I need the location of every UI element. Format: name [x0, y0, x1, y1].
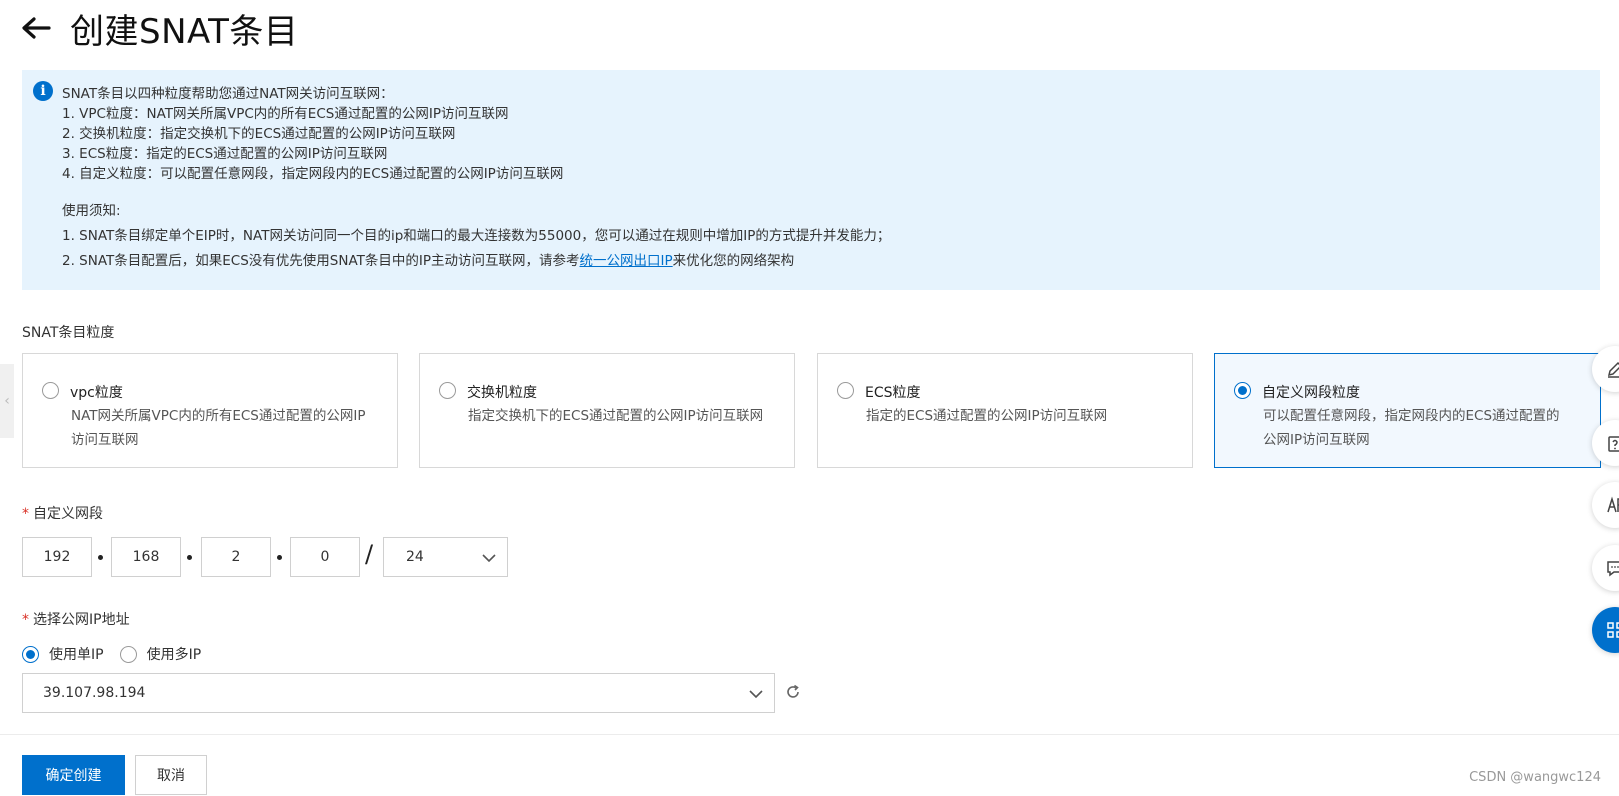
- chevron-down-icon: [482, 554, 496, 563]
- footer-divider: [0, 734, 1619, 735]
- radio-button[interactable]: [439, 382, 456, 399]
- chevron-left-icon: ‹: [4, 393, 10, 409]
- collapse-tab[interactable]: ‹: [0, 364, 14, 438]
- selected-ip-value: 39.107.98.194: [43, 685, 146, 701]
- notice-item: 3. ECS粒度：指定的ECS通过配置的公网IP访问互联网: [62, 146, 388, 162]
- refresh-icon[interactable]: [784, 683, 802, 701]
- multi-ip-radio[interactable]: 使用多IP: [119, 644, 202, 664]
- feedback-float-button[interactable]: [1592, 545, 1619, 591]
- page-header: 创建SNAT条目: [20, 4, 298, 52]
- dot-separator: [187, 555, 192, 560]
- public-ip-select[interactable]: 39.107.98.194: [22, 673, 775, 713]
- usage-note-2-prefix: 2. SNAT条目配置后，如果ECS没有优先使用SNAT条目中的IP主动访问互联…: [62, 253, 580, 269]
- notice-item: 2. 交换机粒度：指定交换机下的ECS通过配置的公网IP访问互联网: [62, 126, 456, 142]
- clipboard-question-icon: [1608, 436, 1619, 452]
- mask-value: 24: [406, 549, 424, 565]
- chevron-down-icon: [749, 690, 763, 699]
- radio-button[interactable]: [42, 382, 59, 399]
- edit-icon: [1607, 361, 1619, 378]
- public-ip-label-text: 选择公网IP地址: [33, 612, 130, 628]
- public-ip-label: * 选择公网IP地址: [22, 609, 130, 629]
- cidr-label-text: 自定义网段: [33, 506, 103, 522]
- watermark: CSDN @wangwc124: [1469, 770, 1601, 785]
- radio-label: 使用单IP: [49, 647, 104, 663]
- option-description: 可以配置任意网段，指定网段内的ECS通过配置的公网IP访问互联网: [1263, 408, 1560, 448]
- cidr-octet-4-input[interactable]: 0: [290, 537, 360, 577]
- granularity-option-ecs[interactable]: ECS粒度 指定的ECS通过配置的公网IP访问互联网: [817, 353, 1193, 468]
- font-icon: [1607, 496, 1619, 513]
- radio-button[interactable]: [837, 382, 854, 399]
- option-description: 指定的ECS通过配置的公网IP访问互联网: [866, 408, 1108, 424]
- option-title: ECS粒度: [865, 385, 921, 401]
- mask-separator: /: [365, 540, 374, 568]
- cancel-button[interactable]: 取消: [135, 755, 207, 795]
- cidr-octet-3-input[interactable]: 2: [201, 537, 271, 577]
- usage-note-1: 1. SNAT条目绑定单个EIP时，NAT网关访问同一个目的ip和端口的最大连接…: [62, 228, 891, 244]
- radio-button-selected[interactable]: [1234, 382, 1251, 399]
- radio-label: 使用多IP: [146, 647, 202, 663]
- confirm-create-button[interactable]: 确定创建: [22, 755, 125, 795]
- back-arrow-icon[interactable]: [20, 12, 52, 44]
- mask-length-select[interactable]: 24: [383, 537, 508, 577]
- dot-separator: [277, 555, 282, 560]
- cidr-label: * 自定义网段: [22, 503, 103, 523]
- required-asterisk: *: [22, 612, 29, 628]
- option-description: 指定交换机下的ECS通过配置的公网IP访问互联网: [468, 408, 764, 424]
- ip-mode-radio-group: 使用单IP 使用多IP: [22, 644, 217, 664]
- radio-button-selected[interactable]: [22, 645, 39, 663]
- notice-item: 1. VPC粒度：NAT网关所属VPC内的所有ECS通过配置的公网IP访问互联网: [62, 106, 509, 122]
- apps-icon: [1607, 622, 1619, 638]
- feedback-icon: [1607, 561, 1619, 577]
- usage-note-2: 2. SNAT条目配置后，如果ECS没有优先使用SNAT条目中的IP主动访问互联…: [62, 249, 794, 269]
- cidr-octet-1-input[interactable]: 192: [22, 537, 92, 577]
- page-title: 创建SNAT条目: [70, 11, 299, 52]
- usage-note-2-suffix: 来优化您的网络架构: [672, 253, 795, 269]
- cidr-octet-2-input[interactable]: 168: [111, 537, 181, 577]
- radio-button[interactable]: [119, 645, 137, 663]
- granularity-option-custom-cidr[interactable]: 自定义网段粒度 可以配置任意网段，指定网段内的ECS通过配置的公网IP访问互联网: [1214, 353, 1601, 468]
- option-title: 交换机粒度: [467, 385, 537, 401]
- single-ip-radio[interactable]: 使用单IP: [22, 644, 104, 664]
- unified-egress-ip-link[interactable]: 统一公网出口IP: [580, 253, 673, 269]
- option-description: NAT网关所属VPC内的所有ECS通过配置的公网IP访问互联网: [71, 408, 366, 448]
- apps-float-button[interactable]: [1592, 607, 1619, 653]
- granularity-option-vswitch[interactable]: 交换机粒度 指定交换机下的ECS通过配置的公网IP访问互联网: [419, 353, 795, 468]
- option-title: 自定义网段粒度: [1262, 385, 1360, 401]
- font-float-button[interactable]: [1592, 482, 1619, 528]
- info-notice: i SNAT条目以四种粒度帮助您通过NAT网关访问互联网： 1. VPC粒度：N…: [22, 70, 1600, 290]
- notice-intro: SNAT条目以四种粒度帮助您通过NAT网关访问互联网：: [62, 86, 394, 102]
- dot-separator: [98, 555, 103, 560]
- granularity-option-vpc[interactable]: vpc粒度 NAT网关所属VPC内的所有ECS通过配置的公网IP访问互联网: [22, 353, 398, 468]
- info-icon: i: [33, 81, 53, 101]
- required-asterisk: *: [22, 506, 29, 522]
- usage-title: 使用须知:: [62, 203, 121, 219]
- notice-item: 4. 自定义粒度：可以配置任意网段，指定网段内的ECS通过配置的公网IP访问互联…: [62, 166, 564, 182]
- option-title: vpc粒度: [70, 385, 123, 401]
- granularity-label: SNAT条目粒度: [22, 325, 115, 341]
